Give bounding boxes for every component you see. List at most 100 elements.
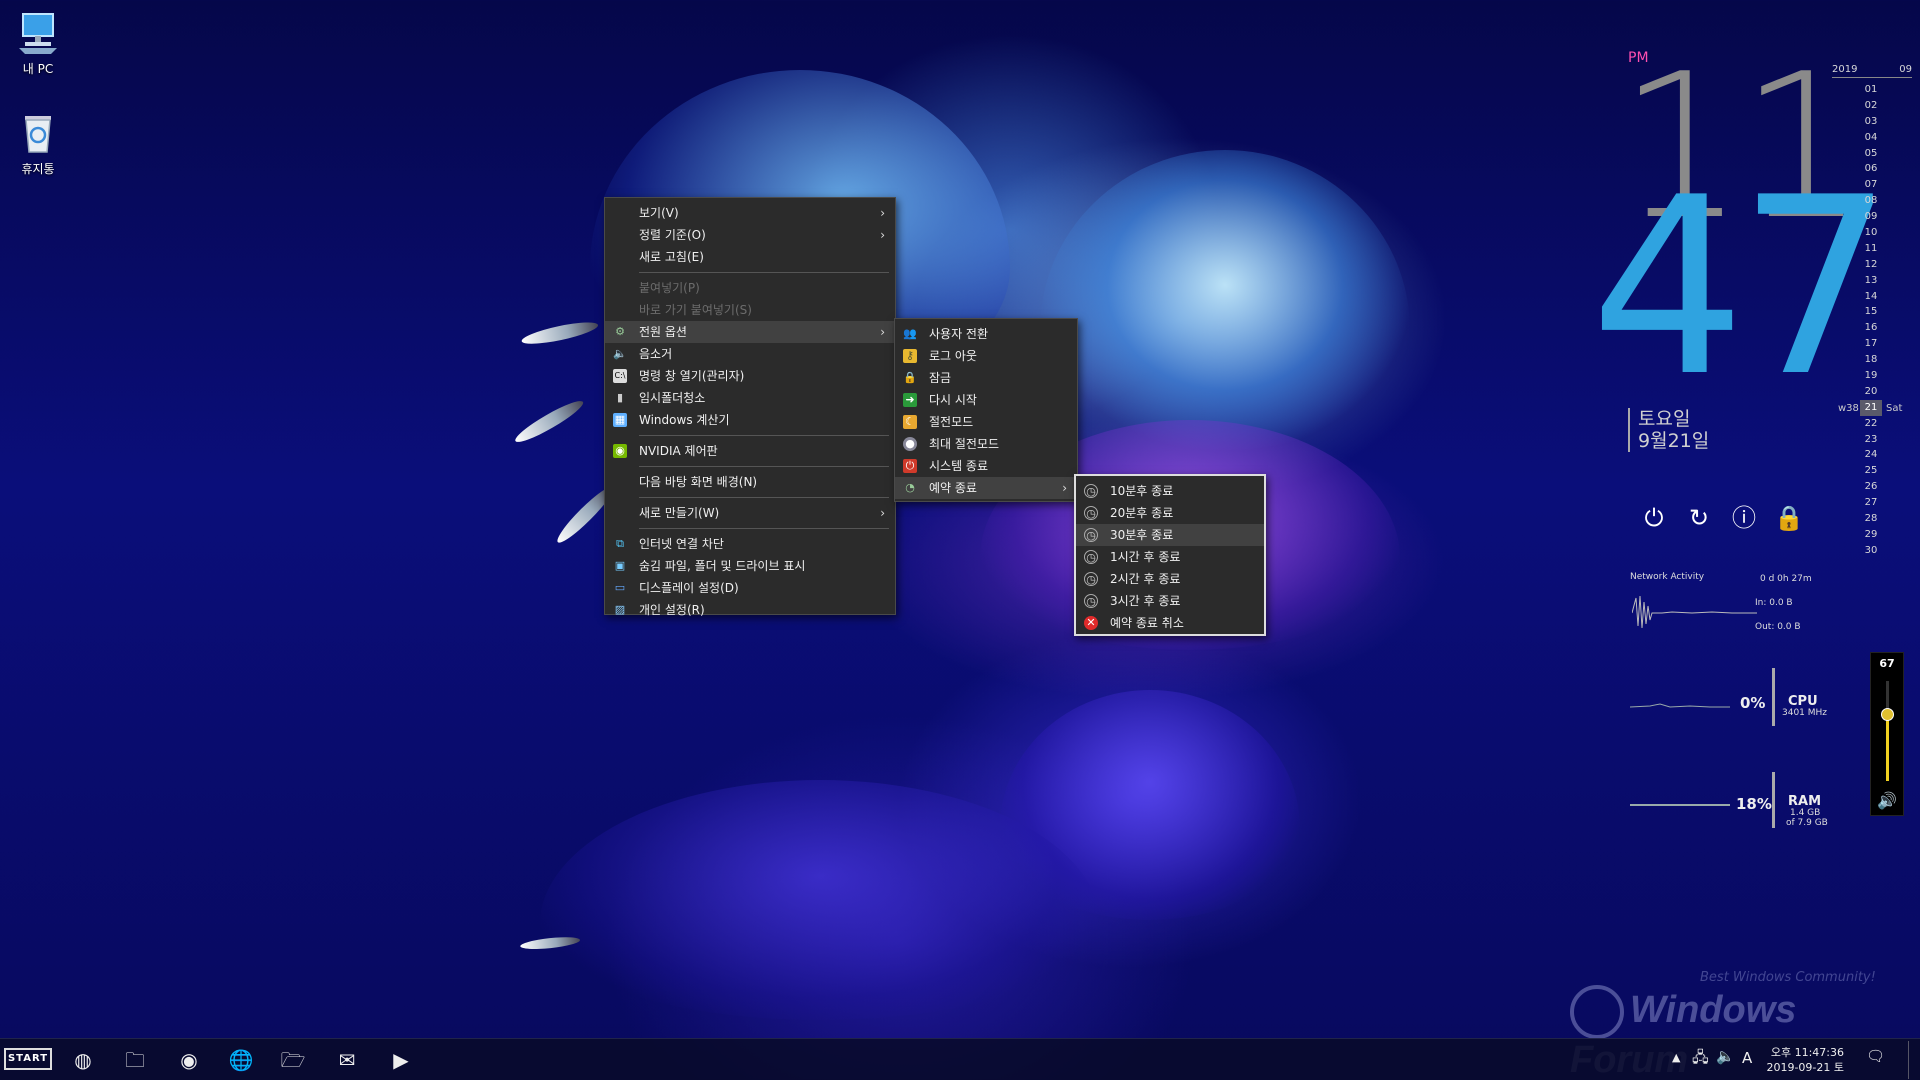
menu-item-sleep[interactable]: ☾ 절전모드 [895, 411, 1077, 433]
menu-item-open-cmd-admin[interactable]: C:\ 명령 창 열기(관리자) [605, 365, 895, 387]
menu-item-shutdown[interactable]: ⏻ 시스템 종료 [895, 455, 1077, 477]
menu-item-cancel-schedule[interactable]: ✕ 예약 종료 취소 [1076, 612, 1264, 634]
taskbar-files-button[interactable]: 🗁 [276, 1045, 310, 1075]
trash-icon: ▮ [616, 391, 624, 404]
menu-item-label: 절전모드 [929, 415, 974, 429]
timer-icon: ◷ [1084, 572, 1098, 586]
menu-item-restart[interactable]: ➜ 다시 시작 [895, 389, 1077, 411]
power-options-submenu: 👥 사용자 전환 ⚷ 로그 아웃 🔒 잠금 ➜ 다시 시작 ☾ 절전모드 ● 최대 절전모드… [894, 318, 1078, 502]
calendar-day: 09 [1864, 211, 1878, 223]
clock-weekday: 토요일 [1638, 408, 1691, 430]
menu-item-label: 전원 옵션 [639, 325, 687, 339]
restart-arrow-icon: ➜ [903, 393, 917, 407]
menu-item-power-options[interactable]: ⚙ 전원 옵션 › [605, 321, 895, 343]
menu-item-nvidia[interactable]: ◉ NVIDIA 제어판 [605, 440, 895, 462]
menu-item-shutdown-20min[interactable]: ◷ 20분후 종료 [1076, 502, 1264, 524]
cpu-frequency: 3401 MHz [1782, 708, 1828, 718]
calendar-days: 01 02 03 04 05 06 07 08 09 10 11 12 13 14 15 16 17 18 19 20… [1860, 82, 1882, 559]
power-icon: ⏻ [1644, 504, 1664, 532]
chevron-right-icon: › [880, 228, 885, 242]
taskbar-explorer-button[interactable]: 🗀 [118, 1045, 152, 1075]
calendar-day: 27 [1864, 497, 1878, 509]
volume-fill [1886, 714, 1889, 781]
hibernate-icon: ● [903, 437, 917, 451]
desktop-icon-recycle-bin[interactable]: 휴지통 [0, 110, 76, 177]
cpu-graph [1630, 703, 1730, 708]
logoff-button[interactable]: ⓘ [1728, 502, 1760, 534]
taskbar: START ◍ 🗀 ◉ 🌐 🗁 ✉ ▶ ▲ 🖧 🔈 A 오후 11:47:36 … [0, 1038, 1920, 1080]
chevron-right-icon: › [1062, 481, 1067, 495]
menu-item-shutdown-2h[interactable]: ◷ 2시간 후 종료 [1076, 568, 1264, 590]
calendar-day: 08 [1864, 195, 1878, 207]
menu-item-calculator[interactable]: ▦ Windows 계산기 [605, 409, 895, 431]
tray-time: 오후 11:47:36 [1770, 1046, 1844, 1059]
menu-item-new[interactable]: 새로 만들기(W) › [605, 502, 895, 524]
menu-item-label: 명령 창 열기(관리자) [639, 369, 745, 383]
shutdown-button[interactable]: ⏻ [1638, 502, 1670, 534]
menu-item-show-hidden[interactable]: ▣ 숨김 파일, 폴더 및 드라이브 표시 [605, 555, 895, 577]
menu-item-hibernate[interactable]: ● 최대 절전모드 [895, 433, 1077, 455]
menu-item-scheduled-shutdown[interactable]: ◔ 예약 종료 › [895, 477, 1077, 499]
personalize-icon: ▨ [614, 603, 626, 616]
calendar-weekday-short: Sat [1886, 403, 1903, 414]
menu-item-switch-user[interactable]: 👥 사용자 전환 [895, 323, 1077, 345]
taskbar-mail-button[interactable]: ✉ [330, 1045, 364, 1075]
calendar-day: 18 [1864, 354, 1878, 366]
menu-item-lock[interactable]: 🔒 잠금 [895, 367, 1077, 389]
menu-item-label: 예약 종료 취소 [1110, 616, 1184, 630]
start-button[interactable]: START [4, 1048, 52, 1070]
tray-overflow-button[interactable]: ▲ [1672, 1051, 1680, 1064]
info-power-icon: ⓘ [1732, 504, 1756, 532]
menu-item-shutdown-10min[interactable]: ◷ 10분후 종료 [1076, 480, 1264, 502]
calendar-day: 02 [1864, 99, 1878, 111]
menu-item-label: 1시간 후 종료 [1110, 550, 1181, 564]
volume-knob[interactable] [1881, 708, 1894, 721]
timer-icon: ◷ [1084, 528, 1098, 542]
calendar-day: 05 [1864, 147, 1878, 159]
menu-item-shutdown-1h[interactable]: ◷ 1시간 후 종료 [1076, 546, 1264, 568]
taskbar-chrome-button[interactable]: ◉ [172, 1045, 206, 1075]
menu-item-label: 보기(V) [639, 206, 679, 220]
menu-item-shutdown-30min[interactable]: ◷ 30분후 종료 [1076, 524, 1264, 546]
menu-item-sort-by[interactable]: 정렬 기준(O) › [605, 224, 895, 246]
volume-tray-icon: 🔈 [1716, 1047, 1735, 1065]
menu-item-block-internet[interactable]: ⧉ 인터넷 연결 차단 [605, 533, 895, 555]
menu-item-display-settings[interactable]: ▭ 디스플레이 설정(D) [605, 577, 895, 599]
calendar-day: 23 [1864, 433, 1878, 445]
desktop-icon-my-pc[interactable]: 내 PC [0, 10, 76, 77]
menu-item-next-background[interactable]: 다음 바탕 화면 배경(N) [605, 471, 895, 493]
lock-icon: 🔒 [1774, 504, 1804, 532]
taskbar-media-button[interactable]: ▶ [384, 1045, 418, 1075]
menu-item-refresh[interactable]: 새로 고침(E) [605, 246, 895, 268]
tray-network-button[interactable]: 🖧 [1692, 1047, 1709, 1072]
menu-item-label: 최대 절전모드 [929, 437, 1000, 451]
recycle-bin-icon [15, 110, 61, 156]
menu-item-log-out[interactable]: ⚷ 로그 아웃 [895, 345, 1077, 367]
tray-date: 2019-09-21 토 [1766, 1061, 1844, 1074]
menu-item-label: 30분후 종료 [1110, 528, 1174, 542]
tray-volume-button[interactable]: 🔈 [1716, 1047, 1735, 1065]
network-icon: ⧉ [616, 537, 624, 550]
taskbar-browser-button[interactable]: 🌐 [224, 1045, 258, 1075]
lock-icon: 🔒 [903, 371, 917, 384]
restart-button[interactable]: ↻ [1683, 502, 1715, 534]
volume-slider[interactable]: 67 🔊 [1870, 652, 1904, 816]
menu-item-view[interactable]: 보기(V) › [605, 202, 895, 224]
menu-item-temp-clean[interactable]: ▮ 임시폴더청소 [605, 387, 895, 409]
calendar-day: 12 [1864, 258, 1878, 270]
menu-item-mute[interactable]: 🔈 음소거 [605, 343, 895, 365]
action-center-button[interactable]: 🗨 [1866, 1047, 1885, 1065]
show-desktop-button[interactable] [1908, 1041, 1918, 1079]
chevron-up-icon: ▲ [1672, 1051, 1681, 1064]
menu-item-personalize[interactable]: ▨ 개인 설정(R) [605, 599, 895, 621]
tray-ime-indicator[interactable]: A [1742, 1049, 1752, 1067]
speaker-icon[interactable]: 🔊 [1871, 791, 1903, 810]
menu-item-shutdown-3h[interactable]: ◷ 3시간 후 종료 [1076, 590, 1264, 612]
tray-clock[interactable]: 오후 11:47:36 2019-09-21 토 [1754, 1045, 1844, 1075]
terminal-icon: C:\ [613, 369, 627, 383]
lock-button[interactable]: 🔒 [1773, 502, 1805, 534]
taskbar-globe-button[interactable]: ◍ [66, 1045, 100, 1075]
chevron-right-icon: › [880, 206, 885, 220]
scheduled-shutdown-icon: ◔ [905, 481, 915, 494]
sleep-icon: ☾ [903, 415, 917, 429]
